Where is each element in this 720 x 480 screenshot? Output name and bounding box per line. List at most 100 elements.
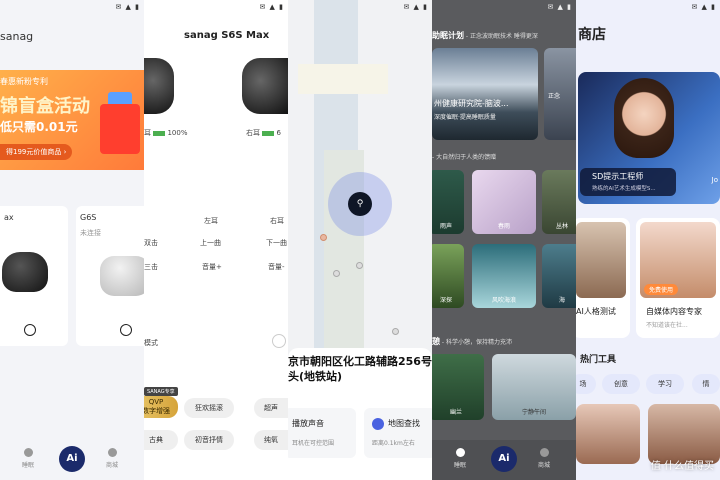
page-title: 商店 <box>578 27 606 43</box>
panel-earbud-settings: ✉ ▲ ▮ sanag S6S Max 耳 100% 右耳 6 左耳 右耳 双击… <box>144 0 288 480</box>
bottom-nav: 睡眠 Ai 商城 <box>432 440 576 480</box>
col-right-ear: 右耳 <box>270 217 284 225</box>
right-battery-value: 6 <box>276 129 281 137</box>
product-desc: 不知道该在社... <box>646 322 688 329</box>
mode-toggle[interactable] <box>272 334 286 348</box>
sound-tile[interactable]: 深探 <box>432 244 464 308</box>
sound-label: 丛林 <box>555 223 568 230</box>
device-card[interactable]: ax <box>0 206 68 346</box>
right-earbud-image <box>242 58 288 114</box>
map-block <box>298 64 388 94</box>
agent-name: SD提示工程师 <box>592 172 644 181</box>
panel-device-list: ✉ ▲ ▮ sanag 春惠新粉专利 锦盲盒活动 低只需0.01元 得199元价… <box>0 0 144 480</box>
play-sound-card[interactable]: 播放声音 耳机在可控范围 <box>288 408 356 458</box>
search-icon[interactable] <box>120 324 132 336</box>
next-agent-label: Jo <box>711 176 718 184</box>
eq-chip[interactable]: 古典 <box>144 430 178 450</box>
nav-sleep[interactable]: 睡眠 <box>454 448 466 469</box>
shop-icon <box>107 448 117 457</box>
sound-label: 风吹海浪 <box>491 297 516 304</box>
left-battery-value: 100% <box>167 129 188 137</box>
device-title: sanag S6S Max <box>184 30 270 41</box>
eq-chip[interactable]: 狂欢摇滚 <box>184 398 234 418</box>
product-card[interactable]: 免费使用 自媒体内容专家 不知道该在社... <box>636 218 720 338</box>
eq-chip[interactable]: 超声 <box>254 398 288 418</box>
gesture-right-value[interactable]: 下一曲 <box>266 238 287 248</box>
bottom-nav: 睡眠 Ai 商城 <box>0 440 144 480</box>
status-bar-icons: ✉ ▲ ▮ <box>403 3 428 11</box>
sound-tile[interactable]: 风吹海浪 <box>472 244 536 308</box>
tool-pill[interactable]: 创意 <box>602 374 640 394</box>
nav-sleep-label: 睡眠 <box>454 462 467 469</box>
left-earbud-image <box>144 58 174 114</box>
play-sound-desc: 耳机在可控范围 <box>292 440 335 447</box>
panel-sleep-aid: ✉ ▲ ▮ 助眠计划 - 正念波助眠技术 睡得更深 州健康研究院-脑波... 深… <box>432 0 576 480</box>
map-pin-icon[interactable] <box>333 270 340 277</box>
nav-mall[interactable]: 商城 <box>538 448 550 469</box>
tool-thumbnail[interactable] <box>576 404 640 464</box>
product-card[interactable]: AI人格测试 <box>576 218 630 338</box>
sleep-program-card[interactable]: 州健康研究院-脑波... 深度催眠·提高睡眠质量 <box>432 48 538 140</box>
left-battery: 耳 100% <box>144 128 187 138</box>
status-bar-icons: ✉ ▲ ▮ <box>259 3 284 11</box>
moon-icon <box>23 448 33 457</box>
map-pin-icon[interactable] <box>320 234 327 241</box>
left-ear-label: 耳 <box>144 129 151 137</box>
device-card[interactable]: G6S 未连接 <box>76 206 144 346</box>
sleep-program-desc: 深度催眠·提高睡眠质量 <box>434 114 496 121</box>
nap-tile[interactable]: 幽兰 <box>432 354 484 420</box>
nav-sleep[interactable]: 睡眠 <box>22 448 34 469</box>
sleep-plan-title: 助眠计划 <box>432 31 464 40</box>
promo-banner[interactable]: 春惠新粉专利 锦盲盒活动 低只需0.01元 得199元价值商品 › <box>0 70 144 170</box>
nav-sleep-label: 睡眠 <box>22 462 35 469</box>
nap-label: 宁静午间 <box>521 409 546 416</box>
map-find-card[interactable]: 地图查找 距离0.1km左右 <box>364 408 432 458</box>
tool-pill[interactable]: 情 <box>692 374 720 394</box>
sound-label: 雨声 <box>439 223 452 230</box>
map-pin-icon[interactable] <box>392 328 399 335</box>
nature-sounds-subtitle: - 大自然归于人类的馈赠 <box>432 154 497 161</box>
tool-pill[interactable]: 场 <box>576 374 596 394</box>
sound-label: 春雨 <box>497 223 510 230</box>
eq-chip[interactable]: 纯氧 <box>254 430 288 450</box>
sound-label: 海 <box>558 297 565 304</box>
moon-icon <box>455 448 465 457</box>
eq-chip[interactable]: 初音抒情 <box>184 430 234 450</box>
tool-pill[interactable]: 学习 <box>646 374 684 394</box>
sleep-plan-subtitle: - 正念波助眠技术 睡得更深 <box>464 33 538 40</box>
sound-tile[interactable]: 丛林 <box>542 170 576 234</box>
sound-tile[interactable]: 海 <box>542 244 576 308</box>
eq-chip[interactable]: QVP 数字增强 <box>144 396 178 418</box>
nav-mall-label: 商城 <box>538 462 551 469</box>
panel-ai-store: ✉ ▲ ▮ 商店 SD提示工程师 熟练的AI艺术生成模型S... Jo AI人格… <box>576 0 720 480</box>
status-bar-icons: ✉ ▲ ▮ <box>115 3 140 11</box>
featured-agent-card[interactable]: SD提示工程师 熟练的AI艺术生成模型S... Jo <box>578 72 720 204</box>
nap-tile[interactable]: 宁静午间 <box>492 354 576 420</box>
banner-cta[interactable]: 得199元价值商品 › <box>0 144 73 160</box>
gesture-left-value[interactable]: 音量+ <box>202 262 222 272</box>
sound-tile[interactable]: 春雨 <box>472 170 536 234</box>
nav-mall-label: 商城 <box>106 462 119 469</box>
gesture-label: 双击 <box>144 239 158 247</box>
agent-badge: SD提示工程师 熟练的AI艺术生成模型S... <box>580 168 676 196</box>
banner-headline: 锦盲盒活动 <box>0 96 90 117</box>
nav-ai-button[interactable]: Ai <box>59 446 85 472</box>
sleep-program-card[interactable]: 正念 <box>544 48 576 140</box>
sleep-program-title: 正念 <box>548 93 561 100</box>
gesture-right-value[interactable]: 音量- <box>268 262 285 272</box>
gesture-label: 三击 <box>144 263 158 271</box>
nav-ai-button[interactable]: Ai <box>491 446 517 472</box>
product-image <box>576 222 626 298</box>
device-name: G6S <box>80 213 97 222</box>
sleep-program-title: 州健康研究院-脑波... <box>434 99 509 108</box>
earbuds-case-image <box>100 256 144 296</box>
nav-mall[interactable]: 商城 <box>106 448 118 469</box>
search-icon[interactable] <box>24 324 36 336</box>
gesture-left-value[interactable]: 上一曲 <box>200 238 221 248</box>
earbuds-location-icon[interactable]: ⚲ <box>348 192 372 216</box>
battery-icon <box>262 130 275 136</box>
agent-avatar <box>614 78 674 158</box>
tool-thumbnail[interactable] <box>648 404 720 464</box>
map-pin-icon[interactable] <box>356 262 363 269</box>
sound-tile[interactable]: 雨声 <box>432 170 464 234</box>
